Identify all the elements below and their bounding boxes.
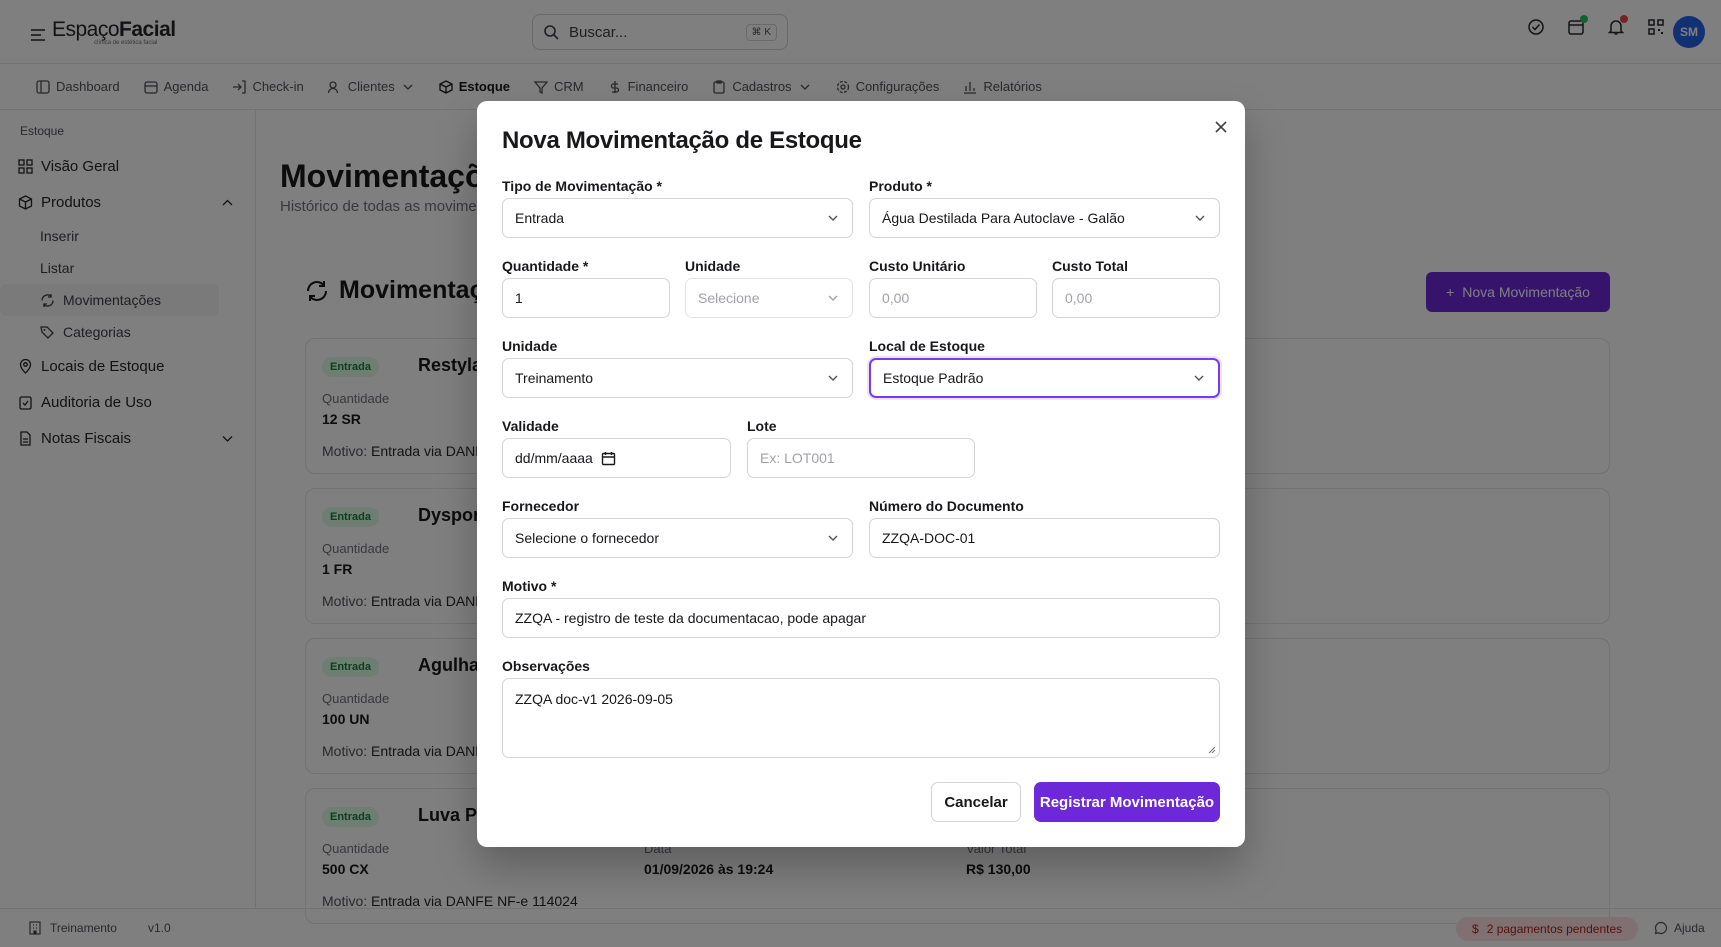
observacoes-textarea[interactable]: ZZQA doc-v1 2026-09-05 — [502, 678, 1220, 758]
chevron-down-icon — [1194, 375, 1204, 381]
calendar-icon[interactable] — [601, 451, 616, 466]
quantidade-label: Quantidade * — [502, 258, 589, 274]
documento-value: ZZQA-DOC-01 — [882, 530, 976, 546]
motivo-value: ZZQA - registro de teste da documentacao… — [515, 610, 866, 626]
submit-button[interactable]: Registrar Movimentação — [1034, 782, 1220, 822]
motivo-input[interactable]: ZZQA - registro de teste da documentacao… — [502, 598, 1220, 638]
validade-label: Validade — [502, 418, 559, 434]
chevron-down-icon — [828, 375, 838, 381]
unidade-estoque-label: Unidade — [502, 338, 558, 354]
custo-total-label: Custo Total — [1052, 258, 1128, 274]
app-root: EspaçoFacial clínica de estética facial … — [0, 0, 1721, 947]
tipo-select[interactable]: Entrada — [502, 198, 853, 238]
lote-input[interactable]: Ex: LOT001 — [747, 438, 975, 478]
fornecedor-label: Fornecedor — [502, 498, 580, 514]
produto-select[interactable]: Água Destilada Para Autoclave - Galão — [869, 198, 1220, 238]
motivo-label: Motivo * — [502, 578, 557, 594]
tipo-label: Tipo de Movimentação * — [502, 178, 662, 194]
observacoes-label: Observações — [502, 658, 590, 674]
unidade-estoque-value: Treinamento — [515, 370, 594, 386]
chevron-down-icon — [828, 535, 838, 541]
custo-unitario-input[interactable]: 0,00 — [869, 278, 1037, 318]
custo-total-input[interactable]: 0,00 — [1052, 278, 1220, 318]
lote-label: Lote — [747, 418, 777, 434]
custo-unitario-placeholder: 0,00 — [882, 290, 910, 306]
custo-unitario-label: Custo Unitário — [869, 258, 966, 274]
documento-label: Número do Documento — [869, 498, 1024, 514]
unidade-placeholder: Selecione — [698, 290, 760, 306]
unidade-label: Unidade — [685, 258, 741, 274]
produto-value: Água Destilada Para Autoclave - Galão — [882, 210, 1125, 226]
dialog-title: Nova Movimentação de Estoque — [502, 127, 862, 154]
new-movement-dialog: Nova Movimentação de Estoque Tipo de Mov… — [477, 101, 1245, 847]
close-button[interactable] — [1211, 117, 1231, 137]
documento-input[interactable]: ZZQA-DOC-01 — [869, 518, 1220, 558]
close-icon — [1215, 121, 1227, 133]
local-estoque-value: Estoque Padrão — [883, 370, 984, 386]
custo-total-placeholder: 0,00 — [1065, 290, 1093, 306]
validade-placeholder: dd/mm/aaaa — [515, 450, 593, 466]
local-estoque-label: Local de Estoque — [869, 338, 985, 354]
observacoes-value: ZZQA doc-v1 2026-09-05 — [515, 691, 673, 707]
quantidade-value: 1 — [515, 290, 523, 306]
local-estoque-select[interactable]: Estoque Padrão — [869, 358, 1220, 398]
chevron-down-icon — [828, 215, 838, 221]
fornecedor-select[interactable]: Selecione o fornecedor — [502, 518, 853, 558]
produto-label: Produto * — [869, 178, 932, 194]
chevron-down-icon — [1195, 215, 1205, 221]
tipo-value: Entrada — [515, 210, 565, 226]
resize-handle-icon[interactable] — [1208, 746, 1216, 754]
fornecedor-value: Selecione o fornecedor — [515, 530, 659, 546]
unidade-select[interactable]: Selecione — [685, 278, 853, 318]
lote-placeholder: Ex: LOT001 — [760, 450, 835, 466]
unidade-estoque-select[interactable]: Treinamento — [502, 358, 853, 398]
quantidade-input[interactable]: 1 — [502, 278, 670, 318]
chevron-down-icon — [828, 295, 838, 301]
cancel-button[interactable]: Cancelar — [931, 782, 1021, 822]
validade-date-input[interactable]: dd/mm/aaaa — [502, 438, 731, 478]
